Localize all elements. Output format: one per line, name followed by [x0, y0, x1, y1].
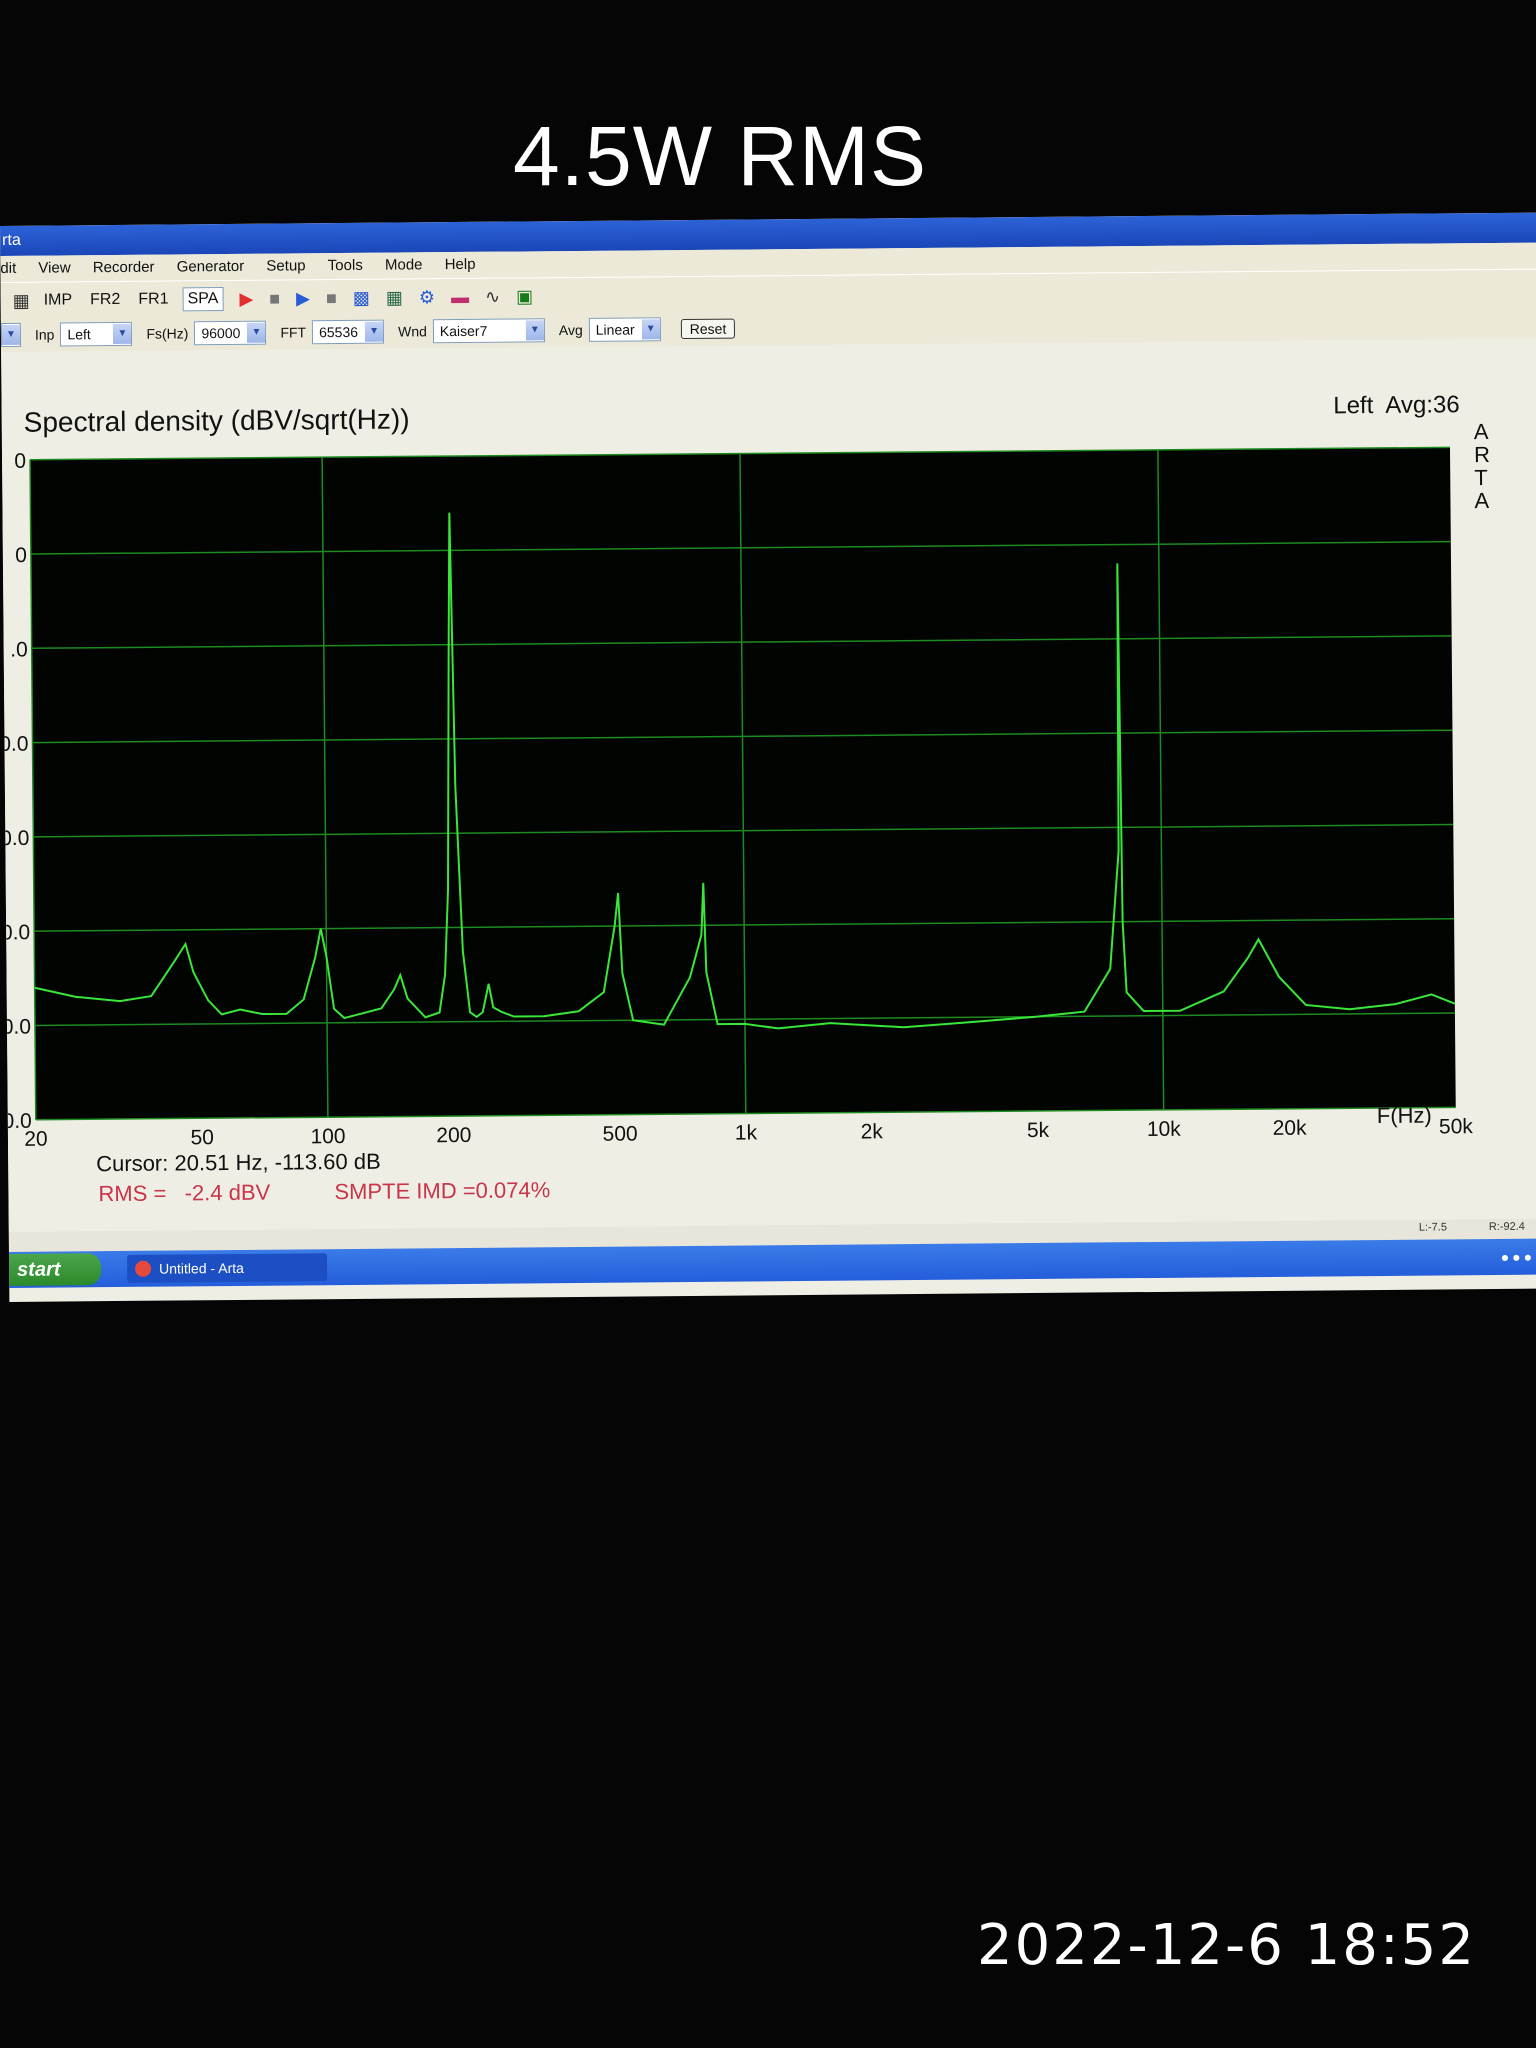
chevron-down-icon: ▼ — [113, 323, 132, 345]
input-select[interactable]: Left ▼ — [60, 321, 133, 347]
monitor-icon[interactable]: ▣ — [516, 286, 533, 307]
averaging-select[interactable]: Linear ▼ — [588, 317, 661, 342]
tray-icon[interactable]: ● — [1512, 1249, 1524, 1265]
generator-stop-icon[interactable]: ■ — [326, 288, 337, 309]
smpte-imd-readout: SMPTE IMD =0.074% — [334, 1177, 550, 1204]
x-tick-label: 20k — [1273, 1117, 1308, 1140]
input-select-value: Left — [67, 326, 91, 343]
menu-tools[interactable]: Tools — [328, 257, 363, 274]
right-level-readout: R:-92.4 — [1488, 1220, 1525, 1234]
fft-label: FFT — [280, 324, 307, 341]
chart-title: Spectral density (dBV/sqrt(Hz)) — [24, 403, 410, 437]
y-tick-label: 00.0 — [1, 921, 30, 944]
spectrum-chart-area: Spectral density (dBV/sqrt(Hz)) Left Avg… — [1, 338, 1536, 1232]
x-tick-label: 2k — [861, 1120, 884, 1143]
chevron-down-icon: ▼ — [1, 324, 21, 345]
rms-readout: RMS = -2.4 dBV — [98, 1180, 270, 1207]
stop-icon[interactable]: ■ — [269, 288, 280, 309]
averaging-value: Linear — [595, 321, 635, 338]
chevron-down-icon: ▼ — [364, 321, 384, 342]
y-tick-label: 140.0 — [1, 1110, 32, 1133]
overlay-icon[interactable]: ▦ — [386, 287, 403, 308]
taskbar-item-label: Untitled - Arta — [159, 1259, 244, 1277]
cursor-readout: Cursor: 20.51 Hz, -113.60 dB — [96, 1149, 381, 1176]
scope-icon[interactable]: ∿ — [485, 286, 500, 307]
x-tick-label: 50k — [1439, 1115, 1474, 1138]
fs-label: Fs(Hz) — [146, 325, 189, 342]
chevron-down-icon: ▼ — [641, 319, 660, 340]
wnd-label: Wnd — [397, 323, 427, 340]
menu-view[interactable]: View — [38, 259, 70, 276]
spectrum-chart[interactable]: Spectral density (dBV/sqrt(Hz)) Left Avg… — [1, 339, 1536, 1232]
monitor-screen: rta dit View Recorder Generator Setup To… — [0, 212, 1536, 1302]
inp-label: Inp — [34, 326, 55, 343]
x-tick-label: 500 — [603, 1122, 638, 1145]
generator-play-icon[interactable]: ▶ — [296, 288, 310, 309]
x-axis-label: F(Hz) — [1377, 1103, 1432, 1128]
y-tick-label: 30.0 — [1, 827, 29, 850]
brand-vertical: ARTA — [1474, 419, 1491, 513]
chevron-down-icon: ▼ — [525, 320, 544, 341]
start-button[interactable]: start — [8, 1253, 102, 1286]
mode-fr2-button[interactable]: FR2 — [86, 289, 124, 311]
system-tray[interactable]: ●●● — [1501, 1249, 1536, 1265]
probe-icon[interactable]: ⚙ — [419, 287, 435, 308]
menu-help[interactable]: Help — [445, 256, 476, 273]
x-tick-label: 1k — [735, 1121, 758, 1144]
table-icon[interactable]: ▦ — [13, 290, 30, 311]
chart-header-right: Left Avg:36 — [1333, 391, 1460, 419]
x-tick-label: 200 — [436, 1124, 471, 1147]
mode-imp-button[interactable]: IMP — [40, 289, 77, 311]
y-tick-label: 0.0 — [1, 733, 29, 756]
avg-label: Avg — [558, 321, 583, 339]
y-tick-label: 120.0 — [1, 1015, 31, 1038]
x-tick-label: 100 — [310, 1125, 345, 1148]
sample-rate-value: 96000 — [201, 324, 241, 342]
y-tick-label: .0 — [10, 638, 28, 661]
chevron-down-icon: ▼ — [247, 322, 266, 343]
menu-setup[interactable]: Setup — [266, 257, 305, 274]
overlay-title: 4.5W RMS — [512, 109, 928, 203]
taskbar-item-arta[interactable]: Untitled - Arta — [126, 1253, 328, 1283]
x-tick-label: 10k — [1147, 1118, 1182, 1141]
menu-edit[interactable]: dit — [0, 260, 16, 277]
left-level-readout: L:-7.5 — [1418, 1221, 1447, 1234]
menu-generator[interactable]: Generator — [177, 258, 245, 276]
color-icon[interactable]: ▬ — [451, 286, 469, 307]
y-tick-label: 0 — [14, 450, 26, 473]
arta-app-icon — [135, 1260, 152, 1277]
tray-icon[interactable]: ● — [1501, 1249, 1513, 1265]
x-tick-label: 50 — [190, 1126, 214, 1149]
sample-rate-select[interactable]: 96000 ▼ — [194, 320, 267, 346]
mode-fr1-button[interactable]: FR1 — [134, 288, 172, 310]
channel-select[interactable]: ▼ — [0, 322, 22, 347]
menu-mode[interactable]: Mode — [385, 256, 423, 273]
record-play-icon[interactable]: ▶ — [239, 288, 253, 309]
copy-graph-icon[interactable]: ▩ — [353, 287, 370, 308]
menu-recorder[interactable]: Recorder — [93, 259, 155, 277]
y-tick-label: 0 — [15, 544, 27, 567]
reset-button[interactable]: Reset — [680, 318, 736, 340]
photo-timestamp: 2022-12-6 18:52 — [977, 1913, 1476, 1978]
window-value: Kaiser7 — [439, 322, 488, 340]
fft-size-value: 65536 — [318, 323, 359, 341]
window-select[interactable]: Kaiser7 ▼ — [432, 318, 545, 344]
x-tick-label: 5k — [1027, 1119, 1050, 1142]
fft-size-select[interactable]: 65536 ▼ — [311, 319, 385, 345]
mode-spa-button[interactable]: SPA — [182, 287, 224, 312]
tray-icon[interactable]: ● — [1524, 1249, 1536, 1265]
